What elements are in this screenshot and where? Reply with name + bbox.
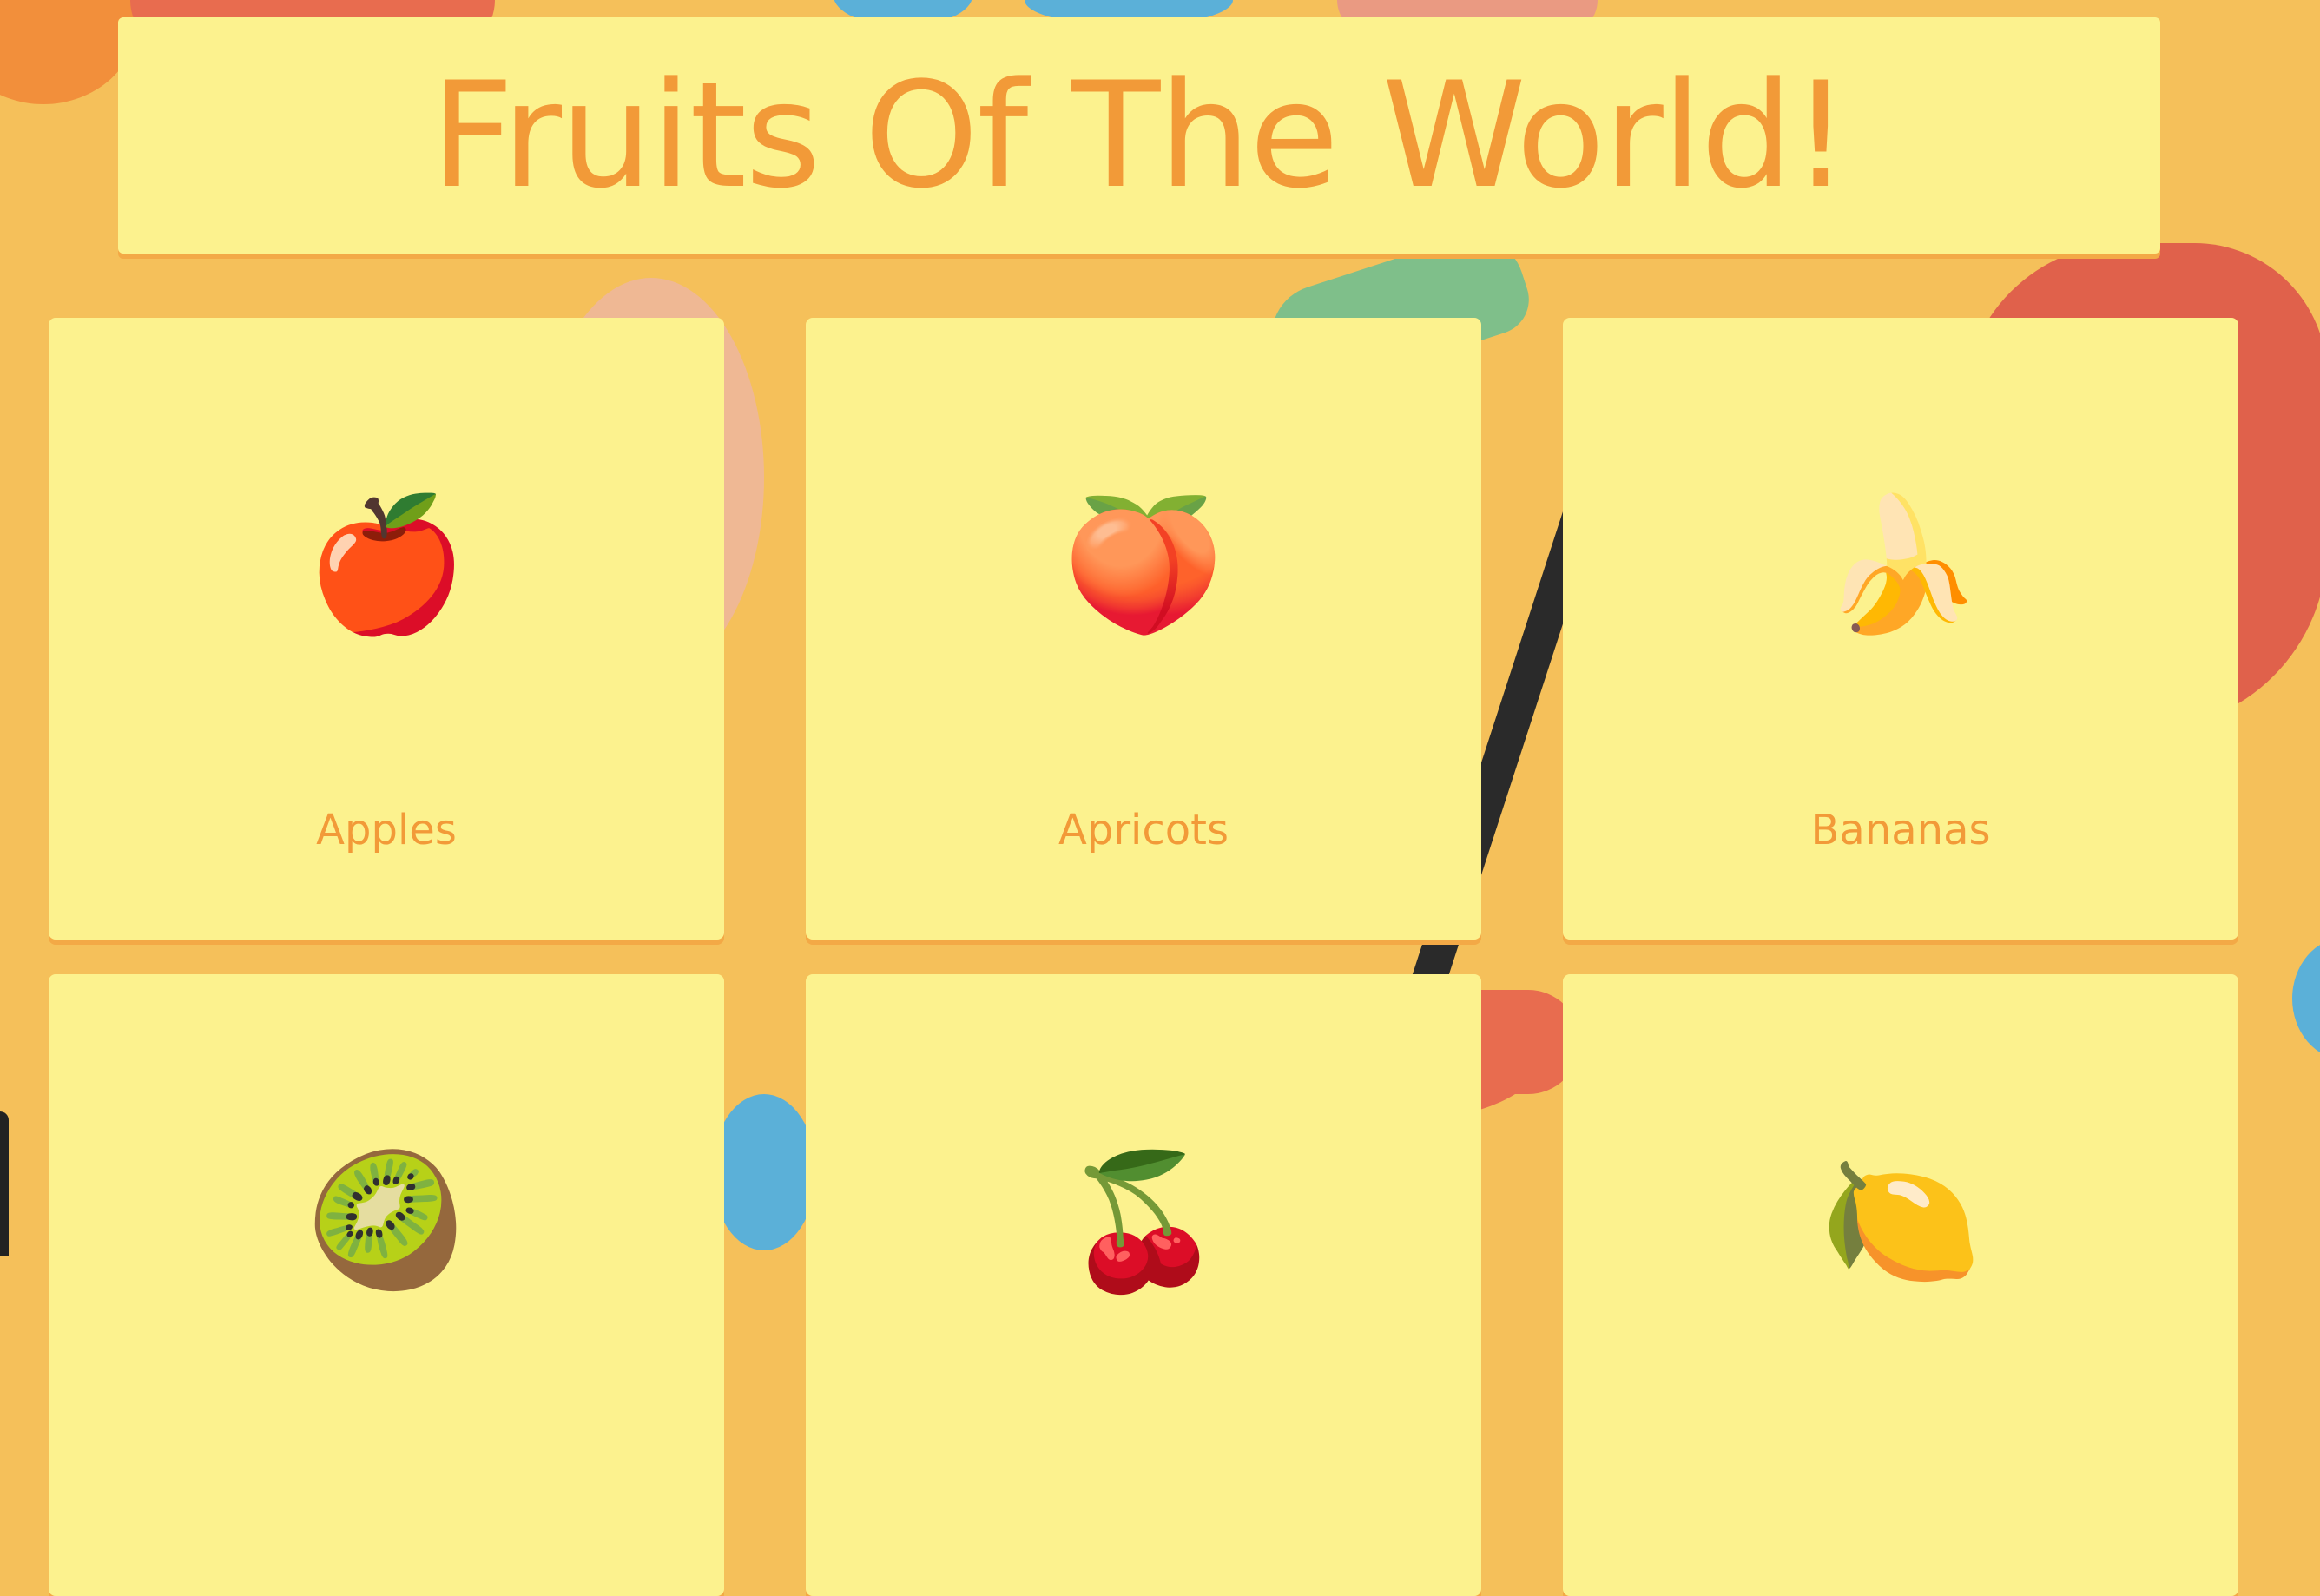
peach-icon: 🍑 [1062,490,1225,641]
page-title: Fruits Of The World! [430,50,1850,221]
fruit-card-cherries[interactable]: 🍒 [806,974,1481,1596]
apple-icon: 🍎 [305,490,468,641]
fruit-card-label: Apples [316,806,457,854]
fruit-card-apples[interactable]: 🍎 Apples [49,318,724,940]
fruit-card-apricots[interactable]: 🍑 Apricots [806,318,1481,940]
fruit-card-lemon[interactable]: 🍋 [1563,974,2238,1596]
cherries-icon: 🍒 [1062,1146,1225,1297]
lemon-icon: 🍋 [1819,1146,1982,1297]
banana-icon: 🍌 [1819,490,1982,641]
fruit-card-label: Apricots [1058,806,1229,854]
fruit-card-kiwi[interactable]: 🥝 [49,974,724,1596]
kiwi-icon: 🥝 [305,1146,468,1297]
fruit-card-bananas[interactable]: 🍌 Bananas [1563,318,2238,940]
fruit-card-label: Bananas [1810,806,1991,854]
header-banner: Fruits Of The World! [118,17,2160,254]
